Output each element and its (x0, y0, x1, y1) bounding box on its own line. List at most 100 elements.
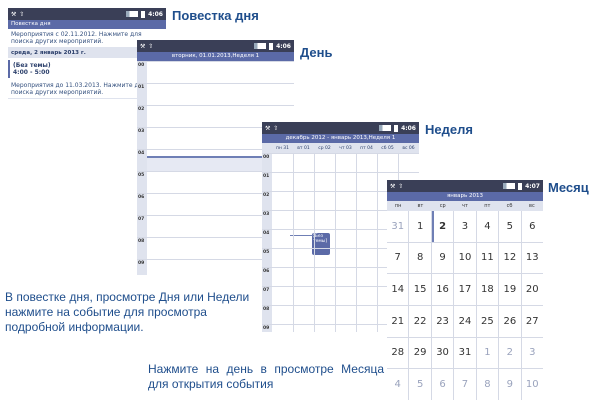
month-day-cell[interactable]: 3 (454, 211, 476, 242)
signal-icon (254, 43, 267, 49)
month-day-cell[interactable]: 24 (454, 305, 476, 337)
note-left: В повестке дня, просмотре Дня или Недели… (5, 290, 250, 334)
month-day-cell[interactable]: 9 (431, 242, 454, 274)
hour-label: 01 (138, 85, 145, 90)
battery-icon (394, 124, 399, 132)
weekday-label: пн (394, 203, 402, 209)
caption-week: Неделя (425, 122, 473, 137)
status-time: 4:07 (525, 182, 540, 190)
weekday-label: вт (417, 203, 424, 209)
week-header: декабрь 2012 - январь 2013,Неделя 1 (262, 134, 419, 143)
month-day-cell[interactable]: 18 (476, 274, 499, 305)
hour-label: 04 (263, 231, 270, 236)
month-day-cell[interactable]: 27 (521, 305, 543, 337)
month-day-cell[interactable]: 20 (521, 274, 543, 305)
hour-label: 03 (138, 129, 145, 134)
month-day-cell[interactable]: 14 (387, 274, 409, 305)
month-day-cell[interactable]: 26 (499, 305, 521, 337)
hour-row[interactable] (137, 105, 294, 106)
hour-label: 07 (138, 217, 145, 222)
hour-label: 04 (138, 151, 145, 156)
month-day-cell[interactable]: 28 (387, 337, 409, 369)
month-day-cell[interactable]: 10 (521, 369, 543, 400)
hour-row[interactable] (137, 61, 294, 62)
day-divider (314, 153, 315, 332)
month-day-cell[interactable]: 19 (499, 274, 521, 305)
month-grid[interactable]: 31 1 2 3 4 5 6 7 8 9 10 11 12 13 14 15 16 17 18 19 20 21 22 23 2… (387, 211, 543, 400)
battery-icon (269, 42, 274, 50)
day-divider (293, 153, 294, 332)
month-day-cell[interactable]: 22 (409, 305, 431, 337)
notify-icon: ⇧ (19, 10, 25, 18)
status-bar: ⚒ ⇧ 4:06 (137, 40, 294, 52)
month-day-cell[interactable]: 10 (454, 242, 476, 274)
month-day-cell[interactable]: 4 (387, 369, 409, 400)
hour-row[interactable] (262, 153, 419, 154)
month-day-cell[interactable]: 25 (476, 305, 499, 337)
battery-icon (141, 10, 146, 18)
hour-label: 06 (263, 269, 270, 274)
week-day[interactable]: пт 04 (356, 146, 377, 151)
month-day-cell[interactable]: 6 (431, 369, 454, 400)
month-day-cell[interactable]: 5 (409, 369, 431, 400)
month-day-cell[interactable]: 7 (387, 242, 409, 274)
caption-month: Месяц (548, 180, 589, 195)
month-day-cell[interactable]: 23 (431, 305, 454, 337)
hour-label: 01 (263, 174, 270, 179)
hour-label: 00 (263, 155, 270, 160)
week-day[interactable]: пн 31 (272, 146, 293, 151)
month-day-cell[interactable]: 2 (431, 211, 454, 242)
month-day-cell[interactable]: 31 (387, 211, 409, 242)
usb-icon: ⚒ (390, 182, 396, 190)
note-bottom: Нажмите на день в просмотре Месяца для о… (148, 362, 384, 391)
month-day-cell[interactable]: 8 (409, 242, 431, 274)
month-day-cell[interactable]: 1 (476, 337, 499, 369)
month-day-cell[interactable]: 11 (476, 242, 499, 274)
caption-day: День (300, 45, 333, 60)
month-day-cell[interactable]: 9 (499, 369, 521, 400)
month-header: январь 2013 (387, 192, 543, 201)
signal-icon (379, 125, 392, 131)
month-day-cell[interactable]: 6 (521, 211, 543, 242)
month-day-cell[interactable]: 1 (409, 211, 431, 242)
weekday-label: чт (462, 203, 468, 209)
month-day-cell[interactable]: 12 (499, 242, 521, 274)
hour-label: 09 (138, 261, 145, 266)
notify-icon: ⇧ (398, 182, 404, 190)
hour-label: 00 (138, 63, 145, 68)
weekday-label: вс (529, 203, 535, 209)
month-day-cell[interactable]: 7 (454, 369, 476, 400)
status-bar: ⚒ ⇧ 4:06 (8, 8, 166, 20)
month-day-cell[interactable]: 31 (454, 337, 476, 369)
month-day-cell[interactable]: 30 (431, 337, 454, 369)
month-day-cell[interactable]: 15 (409, 274, 431, 305)
month-day-cell[interactable]: 17 (454, 274, 476, 305)
hour-label: 05 (138, 173, 145, 178)
status-bar: ⚒ ⇧ 4:07 (387, 180, 543, 192)
hour-label: 08 (138, 239, 145, 244)
hour-label: 07 (263, 288, 270, 293)
hour-label: 06 (138, 195, 145, 200)
month-day-cell[interactable]: 4 (476, 211, 499, 242)
month-day-cell[interactable]: 13 (521, 242, 543, 274)
usb-icon: ⚒ (265, 124, 271, 132)
week-day[interactable]: вт 01 (293, 146, 314, 151)
month-day-cell[interactable]: 3 (521, 337, 543, 369)
hour-row[interactable] (137, 83, 294, 84)
month-day-cell[interactable]: 8 (476, 369, 499, 400)
day-header: вторник, 01.01.2013,Неделя 1 (137, 52, 294, 61)
hour-label: 02 (138, 107, 145, 112)
usb-icon: ⚒ (140, 42, 146, 50)
month-day-cell[interactable]: 16 (431, 274, 454, 305)
day-divider (356, 153, 357, 332)
month-day-cell[interactable]: 29 (409, 337, 431, 369)
month-day-cell[interactable]: 21 (387, 305, 409, 337)
month-day-cell[interactable]: 2 (499, 337, 521, 369)
week-day[interactable]: чт 03 (335, 146, 356, 151)
week-day[interactable]: ср 02 (314, 146, 335, 151)
week-day[interactable]: сб 05 (377, 146, 398, 151)
week-day[interactable]: вс 06 (398, 146, 419, 151)
hour-label: 08 (263, 307, 270, 312)
month-day-cell[interactable]: 5 (499, 211, 521, 242)
hour-row[interactable] (262, 172, 419, 173)
